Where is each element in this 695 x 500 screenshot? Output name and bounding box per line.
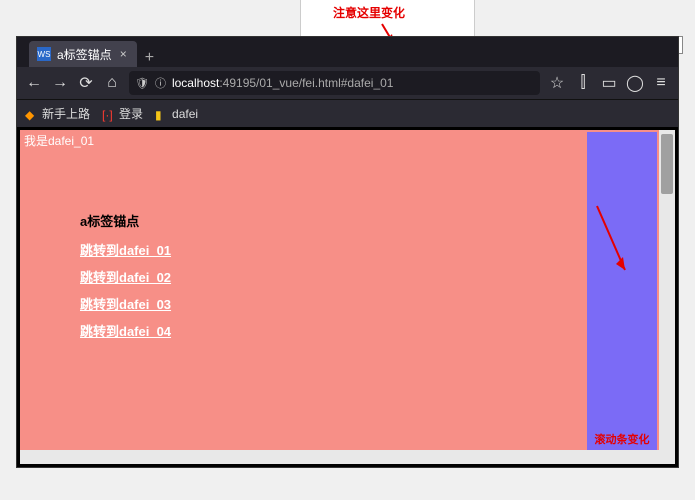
shield-icon[interactable]: 🛡 [135,77,149,90]
horizontal-scrollbar[interactable] [20,450,659,464]
back-icon[interactable]: ← [25,74,43,92]
home-icon[interactable]: ⌂ [103,74,121,92]
forward-icon[interactable]: → [51,74,69,92]
side-annotation-text: 滚动条变化 [595,431,650,447]
tab-close-icon[interactable]: × [118,47,129,61]
new-tab-button[interactable]: + [137,49,162,67]
bookmark-star-icon[interactable]: ☆ [548,74,566,92]
bookmarks-bar: ◆ 新手上路 [·] 登录 ▮ dafei [17,99,678,127]
tab-title: a标签锚点 [57,46,112,63]
bookmark-label: 新手上路 [42,105,90,122]
top-annotation-text: 注意这里变化 [333,4,405,21]
bookmark-item[interactable]: [·] 登录 [102,105,143,122]
bookmark-icon: ◆ [25,108,37,120]
sidebar-icon[interactable]: ▭ [600,74,618,92]
menu-icon[interactable]: ≡ [652,74,670,92]
viewport: 我是dafei_01 a标签锚点 跳转到dafei_01 跳转到dafei_02… [17,127,678,467]
nav-bar: ← → ⟳ ⌂ 🛡 ⓘ localhost:49195/01_vue/fei.h… [17,67,678,99]
bookmark-label: 登录 [119,105,143,122]
browser-window: WS a标签锚点 × + ← → ⟳ ⌂ 🛡 ⓘ localhost:49195… [16,36,679,468]
info-icon[interactable]: ⓘ [155,75,166,91]
account-icon[interactable]: ◯ [626,74,644,92]
scrollbar-highlight-region [587,132,657,462]
bookmark-label: dafei [172,107,198,121]
bookmark-item[interactable]: ▮ dafei [155,107,198,121]
side-annotation-box: 滚动条变化 [587,430,657,448]
anchor-link[interactable]: 跳转到dafei_01 [80,240,675,259]
library-icon[interactable]: ⫿ [574,74,592,92]
anchor-section: a标签锚点 跳转到dafei_01 跳转到dafei_02 跳转到dafei_0… [80,211,675,340]
anchor-section-title: a标签锚点 [80,211,675,230]
bookmark-item[interactable]: ◆ 新手上路 [25,105,90,122]
reload-icon[interactable]: ⟳ [77,74,95,92]
folder-icon: ▮ [155,108,167,120]
page-content: 我是dafei_01 a标签锚点 跳转到dafei_01 跳转到dafei_02… [20,130,675,464]
tab-bar: WS a标签锚点 × + [17,37,678,67]
bookmark-icon: [·] [102,108,114,120]
page-header-label: 我是dafei_01 [20,130,675,151]
url-bar[interactable]: 🛡 ⓘ localhost:49195/01_vue/fei.html#dafe… [129,71,540,95]
side-annotation-arrow [593,202,633,287]
vertical-scrollbar[interactable] [659,130,675,464]
vertical-scrollbar-thumb[interactable] [661,134,673,194]
anchor-link[interactable]: 跳转到dafei_04 [80,321,675,340]
tab-active[interactable]: WS a标签锚点 × [29,41,137,67]
anchor-link[interactable]: 跳转到dafei_03 [80,294,675,313]
tab-favicon: WS [37,47,51,61]
anchor-link[interactable]: 跳转到dafei_02 [80,267,675,286]
url-text: localhost:49195/01_vue/fei.html#dafei_01 [172,76,394,90]
